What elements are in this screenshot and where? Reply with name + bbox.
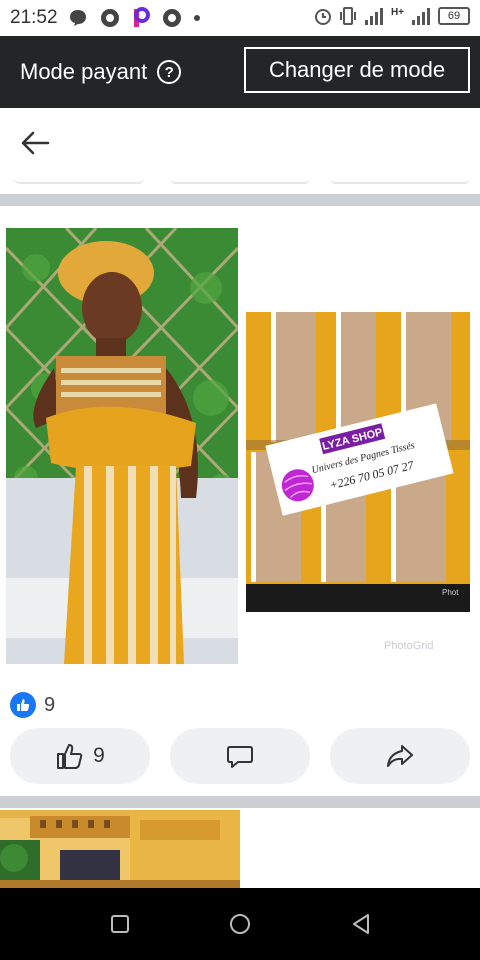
arrow-left-icon[interactable]: [18, 128, 52, 158]
post-separator: [0, 796, 480, 808]
network-type: H+: [390, 6, 404, 18]
photogrid-watermark: PhotoGrid: [384, 640, 434, 652]
comment-icon: [227, 746, 253, 768]
mode-bar: Mode payant ? Changer de mode: [0, 36, 480, 108]
back-triangle-icon[interactable]: [350, 912, 372, 936]
outfit-photo: [6, 228, 238, 664]
fabric-watermark: Phot: [442, 588, 459, 597]
signal-icon: [364, 8, 383, 25]
comment-button[interactable]: [170, 728, 310, 784]
picsart-icon: [133, 7, 150, 27]
signal-icon: [412, 8, 430, 25]
post-image-outfit[interactable]: [6, 228, 238, 664]
next-post-image[interactable]: [0, 810, 240, 888]
like-button[interactable]: 9: [10, 728, 150, 784]
mode-label: Mode payant: [20, 59, 148, 84]
status-bar: 21:52 H+ 69: [0, 0, 480, 36]
vibrate-icon: [339, 7, 356, 25]
page-header: [0, 108, 480, 178]
like-count: 9: [93, 744, 105, 767]
thumbs-up-icon: [57, 744, 83, 769]
post-actions: 9: [0, 728, 480, 784]
home-icon[interactable]: [228, 912, 252, 936]
share-icon: [387, 745, 413, 767]
building-photo: [0, 810, 240, 888]
reaction-summary[interactable]: 9: [10, 692, 55, 718]
post-separator: [0, 194, 480, 206]
battery-level: 69: [447, 10, 461, 22]
record-icon: [162, 9, 181, 27]
chat-bubble-icon: [69, 10, 86, 26]
recent-apps-icon[interactable]: [110, 914, 130, 934]
reaction-count: 9: [44, 693, 56, 716]
status-right: H+ 69: [313, 6, 470, 26]
share-button[interactable]: [330, 728, 470, 784]
status-time: 21:52: [10, 7, 58, 28]
dot-icon: [193, 15, 200, 21]
battery-icon: 69: [438, 7, 470, 25]
system-navigation-bar: [0, 888, 480, 960]
help-icon[interactable]: ?: [157, 60, 182, 84]
like-reaction-icon: [10, 692, 36, 718]
alarm-icon: [314, 9, 331, 25]
record-icon: [100, 9, 119, 27]
fabric-photo: Phot LYZA SHOP Univers des Pagnes Tissés…: [246, 312, 470, 612]
post-image-fabric[interactable]: Phot LYZA SHOP Univers des Pagnes Tissés…: [246, 312, 470, 612]
previous-actions-edge: [0, 178, 480, 194]
change-mode-button[interactable]: Changer de mode: [244, 47, 470, 93]
